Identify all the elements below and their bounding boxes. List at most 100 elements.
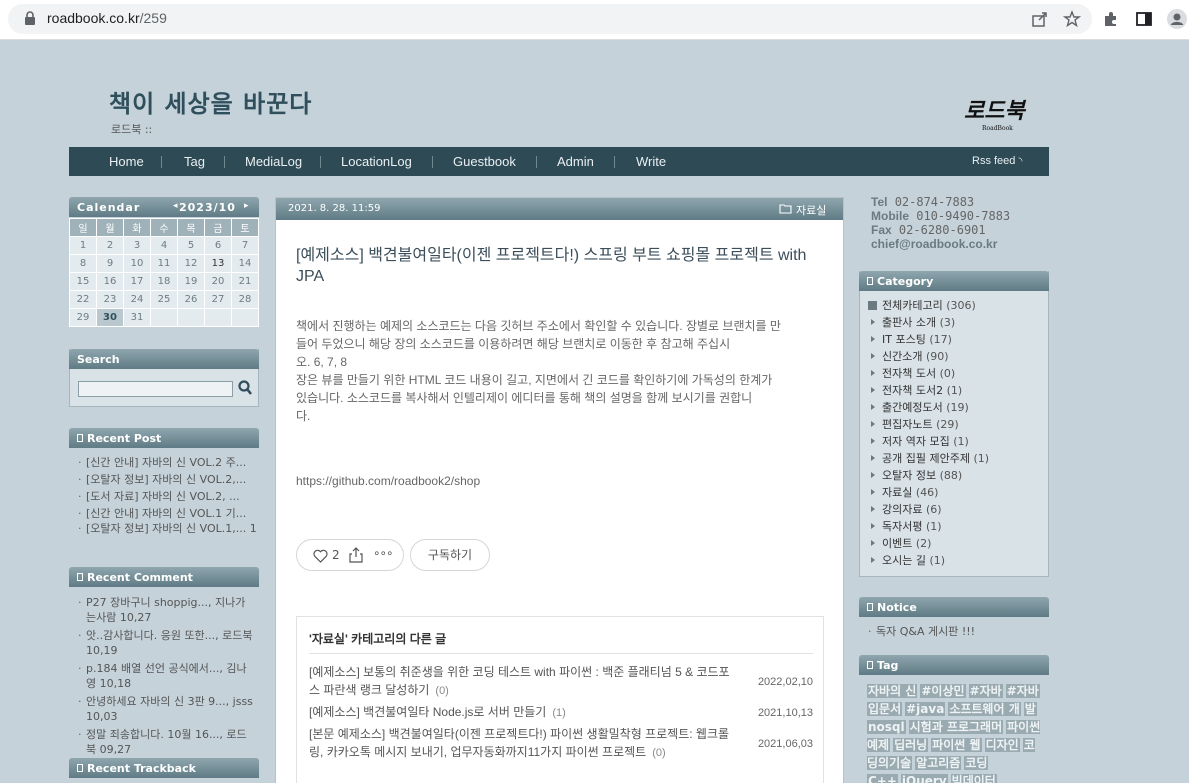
comment-count: (0) — [652, 747, 666, 759]
search-icon[interactable] — [237, 379, 253, 397]
category-item[interactable]: 독자서평 (1) — [868, 518, 1048, 535]
star-icon[interactable] — [1063, 10, 1081, 28]
weekday-tue: 화 — [123, 218, 151, 237]
recent-comment-item[interactable]: 정말 죄송합니다. 10월 16..., 로드북 09,27 — [78, 727, 255, 757]
calendar-day-linked[interactable]: 13 — [204, 254, 232, 273]
share-icon[interactable] — [349, 547, 363, 563]
tag-item[interactable]: 소프트웨어 개 — [948, 702, 1021, 716]
tag-item[interactable]: 파이썬 웹 — [931, 738, 982, 752]
tag-item[interactable]: C++ — [867, 774, 898, 783]
category-item[interactable]: 오시는 길 (1) — [868, 552, 1048, 569]
tag-item[interactable]: 발 — [1023, 702, 1037, 716]
post-article: 2021. 8. 28. 11:59 자료실 [예제소스] 백견불여일타(이젠 … — [275, 197, 844, 783]
post-header-bar: 2021. 8. 28. 11:59 자료실 — [276, 198, 843, 220]
recent-post-item[interactable]: [도서 자료] 자바의 신 VOL.2, ... — [78, 488, 259, 505]
related-post-title[interactable]: [예제소스] 백견불여일타 Node.js로 서버 만들기 — [309, 705, 546, 719]
tag-item[interactable]: 코딩 — [964, 756, 989, 770]
related-post-title[interactable]: [본문 예제소스] 백견불여일타(이젠 프로젝트다!) 파이썬 생활밀착형 프로… — [309, 727, 729, 759]
extensions-icon[interactable] — [1102, 10, 1120, 28]
nav-tag[interactable]: Tag — [184, 154, 205, 169]
recent-post-header: Recent Post — [69, 428, 259, 448]
recent-post-item[interactable]: [신간 안내] 자바의 신 VOL.1 기... — [78, 505, 259, 522]
category-item[interactable]: 자료실 (46) — [868, 484, 1048, 501]
rss-feed-link[interactable]: Rss feed ◝ — [972, 155, 1022, 167]
category-item[interactable]: IT 포스팅 (17) — [868, 331, 1048, 348]
category-box: Category 전체카테고리 (306) 출판사 소개 (3) IT 포스팅 … — [859, 271, 1049, 577]
category-item[interactable]: 저자 역자 모집 (1) — [868, 433, 1048, 450]
nav-home[interactable]: Home — [109, 154, 144, 169]
tag-item[interactable]: 알고리즘 — [915, 756, 962, 770]
notice-item[interactable]: 독자 Q&A 게시판 !!! — [868, 623, 1049, 640]
nav-locationlog[interactable]: LocationLog — [341, 154, 412, 169]
recent-post-item[interactable]: [신간 안내] 자바의 신 VOL.2 주... — [78, 454, 259, 471]
site-title[interactable]: 책이 세상을 바꾼다 — [109, 84, 312, 119]
category-item[interactable]: 강의자료 (6) — [868, 501, 1048, 518]
post-title[interactable]: [예제소스] 백견불여일타(이젠 프로젝트다!) 스프링 부트 쇼핑몰 프로젝트… — [296, 245, 821, 287]
category-item[interactable]: 이벤트 (2) — [868, 535, 1048, 552]
category-root[interactable]: 전체카테고리 (306) — [868, 297, 1048, 314]
url-text[interactable]: roadbook.co.kr/259 — [47, 10, 167, 26]
email-value[interactable]: chief@roadbook.co.kr — [871, 237, 997, 251]
tag-item[interactable]: 자바의 신 — [867, 684, 918, 698]
list-icon — [77, 434, 83, 442]
category-item[interactable]: 전자책 도서2 (1) — [868, 382, 1048, 399]
tag-item[interactable]: 디자인 — [984, 738, 1020, 752]
calendar-day: 8 — [69, 254, 97, 273]
recent-comment-item[interactable]: p.184 배열 선언 공식에서..., 김나영 10,18 — [78, 661, 255, 691]
tag-item[interactable]: #이상민 — [920, 684, 966, 698]
tag-item[interactable]: #자바 — [968, 684, 1003, 698]
related-post-row[interactable]: [예제소스] 보통의 취준생을 위한 코딩 테스트 with 파이썬 : 백준 … — [309, 663, 813, 700]
recent-comment-item[interactable]: 앗..감사합니다. 응원 또한..., 로드북 10,19 — [78, 628, 255, 658]
tag-item[interactable]: nosql — [867, 720, 906, 734]
category-header: Category — [859, 271, 1049, 291]
recent-post-item[interactable]: [오탈자 정보] 자바의 신 VOL.1,... 1 — [78, 522, 259, 536]
recent-comment-item[interactable]: P27 장바구니 shoppig..., 지나가는사람 10,27 — [78, 595, 255, 625]
calendar-day: 18 — [150, 272, 178, 291]
category-item[interactable]: 편집자노트 (29) — [868, 416, 1048, 433]
related-post-row[interactable]: [본문 예제소스] 백견불여일타(이젠 프로젝트다!) 파이썬 생활밀착형 프로… — [309, 725, 813, 762]
folder-icon — [779, 204, 792, 214]
recent-trackback-header: Recent Trackback — [69, 758, 259, 778]
related-post-row[interactable]: [예제소스] 백견불여일타 Node.js로 서버 만들기 (1) 2021,10… — [309, 703, 813, 722]
tag-item[interactable]: #자바 — [1005, 684, 1040, 698]
related-post-title[interactable]: [예제소스] 보통의 취준생을 위한 코딩 테스트 with 파이썬 : 백준 … — [309, 665, 730, 697]
tag-item[interactable]: 딥러닝 — [893, 738, 929, 752]
sidepanel-icon[interactable] — [1135, 10, 1153, 28]
nav-admin[interactable]: Admin — [557, 154, 594, 169]
tag-item[interactable]: 빅데이터 — [950, 774, 997, 783]
recent-comment-item[interactable]: 안녕하세요 자바의 신 3판 9..., jsss 10,03 — [78, 694, 255, 724]
subscribe-button[interactable]: 구독하기 — [410, 539, 490, 571]
category-item[interactable]: 출간예정도서 (19) — [868, 399, 1048, 416]
tag-item[interactable]: 입문서 — [867, 702, 903, 716]
category-item[interactable]: 신간소개 (90) — [868, 348, 1048, 365]
nav-guestbook[interactable]: Guestbook — [453, 154, 516, 169]
category-item[interactable]: 전자책 도서 (0) — [868, 365, 1048, 382]
category-tree: 전체카테고리 (306) 출판사 소개 (3) IT 포스팅 (17) 신간소개… — [860, 291, 1048, 569]
nav-medialog[interactable]: MediaLog — [245, 154, 302, 169]
category-item[interactable]: 오탈자 정보 (88) — [868, 467, 1048, 484]
collapse-icon[interactable] — [868, 301, 877, 310]
search-input[interactable] — [78, 381, 233, 397]
category-item[interactable]: 출판사 소개 (3) — [868, 314, 1048, 331]
more-options-icon[interactable]: ∘∘∘ — [373, 546, 394, 560]
roadbook-logo[interactable]: 로드북 RoadBook — [960, 92, 1040, 134]
calendar-grid: 일 월 화 수 목 금 토 1 2 3 4 5 6 7 8 9 10 11 12… — [69, 218, 259, 327]
calendar-day — [204, 308, 232, 327]
post-category[interactable]: 자료실 — [796, 202, 826, 218]
address-bar[interactable] — [8, 4, 1092, 34]
tag-item[interactable]: #java — [905, 702, 946, 716]
profile-avatar-icon[interactable] — [1167, 9, 1187, 29]
calendar-day: 14 — [231, 254, 259, 273]
heart-icon[interactable] — [313, 549, 328, 563]
tag-item[interactable]: 시험과 프로그래머 — [908, 720, 1004, 734]
recent-comment-header: Recent Comment — [69, 567, 259, 587]
github-link[interactable]: https://github.com/roadbook2/shop — [296, 474, 480, 488]
tag-item[interactable]: jQuery — [900, 774, 948, 783]
next-month-icon[interactable]: ▸ — [244, 201, 249, 211]
recent-post-item[interactable]: [오탈자 정보] 자바의 신 VOL.2,... — [78, 471, 259, 488]
share-icon[interactable] — [1031, 10, 1049, 28]
nav-write[interactable]: Write — [636, 154, 666, 169]
category-item[interactable]: 공개 집필 제안주제 (1) — [868, 450, 1048, 467]
mobile-value: 010-9490-7883 — [916, 209, 1011, 223]
prev-month-icon[interactable]: ◂ — [173, 201, 178, 211]
